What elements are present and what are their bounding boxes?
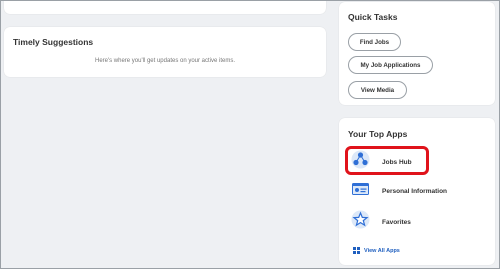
favorites-icon [351,210,370,234]
timely-suggestions-message: Here's where you'll get updates on your … [94,58,236,64]
my-job-applications-button[interactable]: My Job Applications [348,56,433,74]
app-favorites[interactable]: Favorites [351,210,411,234]
find-jobs-button[interactable]: Find Jobs [348,33,401,51]
app-favorites-label: Favorites [382,218,411,226]
top-apps-title: Your Top Apps [348,129,408,139]
jobs-hub-highlight [345,146,429,175]
top-apps-card: Your Top Apps Jobs Hub Personal Informat… [339,118,495,265]
timely-suggestions-title: Timely Suggestions [13,37,94,47]
view-media-button[interactable]: View Media [348,81,407,99]
personal-information-icon [351,181,370,202]
app-personal-information-label: Personal Information [382,188,448,195]
app-personal-information[interactable]: Personal Information [351,181,447,202]
timely-suggestions-card: Timely Suggestions Here's where you'll g… [4,27,326,77]
view-all-apps-link[interactable]: View All Apps [353,247,400,254]
quick-tasks-card: Quick Tasks Find Jobs My Job Application… [339,2,495,105]
grid-icon [353,247,360,254]
quick-tasks-title: Quick Tasks [348,12,398,22]
previous-card [4,0,326,14]
view-all-apps-label: View All Apps [364,247,400,254]
